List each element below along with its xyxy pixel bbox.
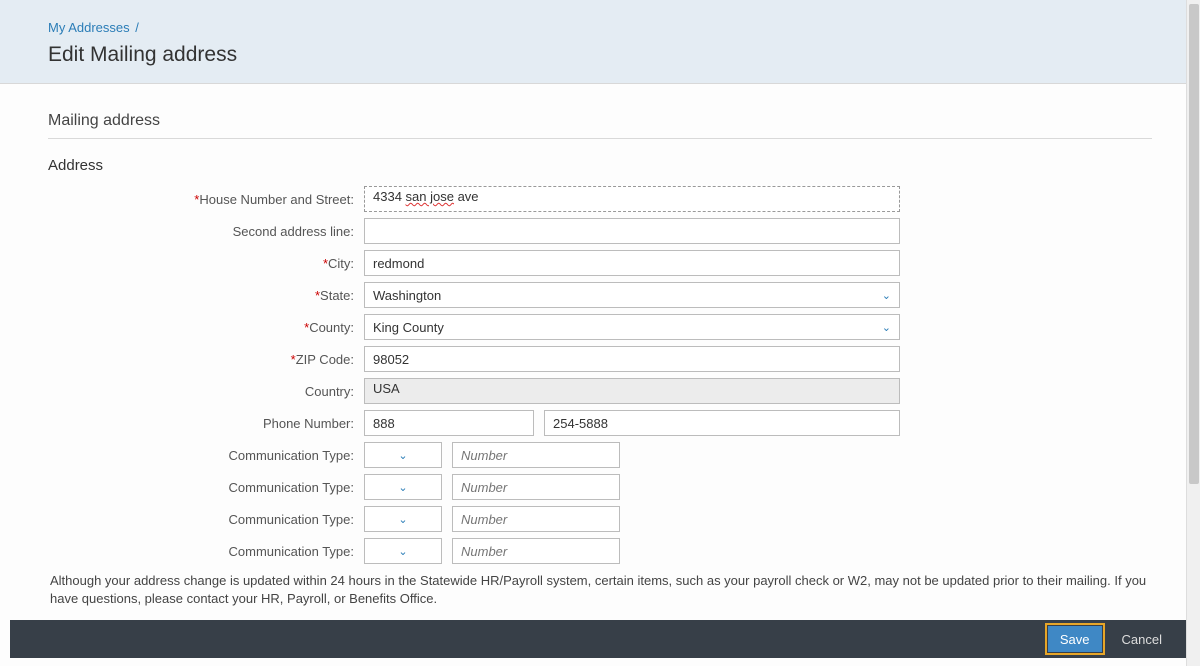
page-title: Edit Mailing address bbox=[48, 43, 1152, 67]
vertical-scrollbar[interactable] bbox=[1186, 0, 1200, 666]
subsection-title: Address bbox=[48, 157, 1152, 174]
label-country: Country: bbox=[76, 384, 364, 399]
save-button[interactable]: Save bbox=[1048, 626, 1102, 652]
chevron-down-icon: ⌄ bbox=[398, 481, 407, 494]
city-input[interactable] bbox=[364, 250, 900, 276]
state-select[interactable]: Washington ⌄ bbox=[364, 282, 900, 308]
row-county: *County: King County ⌄ bbox=[76, 314, 1152, 340]
comm-type-select-1[interactable]: ⌄ bbox=[364, 442, 442, 468]
label-house-street: *House Number and Street: bbox=[76, 192, 364, 207]
label-second-line: Second address line: bbox=[76, 224, 364, 239]
row-comm-2: Communication Type: ⌄ bbox=[76, 474, 1152, 500]
phone-main-input[interactable] bbox=[544, 410, 900, 436]
label-comm-4: Communication Type: bbox=[76, 544, 364, 559]
chevron-down-icon: ⌄ bbox=[882, 289, 891, 302]
row-comm-3: Communication Type: ⌄ bbox=[76, 506, 1152, 532]
scrollbar-thumb[interactable] bbox=[1189, 4, 1199, 484]
breadcrumb-link-my-addresses[interactable]: My Addresses bbox=[48, 20, 130, 35]
comm-number-input-4[interactable] bbox=[452, 538, 620, 564]
page-header: My Addresses / Edit Mailing address bbox=[0, 0, 1200, 84]
label-county: *County: bbox=[76, 320, 364, 335]
house-street-input[interactable]: 4334 san jose ave bbox=[364, 186, 900, 212]
row-phone: Phone Number: bbox=[76, 410, 1152, 436]
second-line-input[interactable] bbox=[364, 218, 900, 244]
chevron-down-icon: ⌄ bbox=[398, 513, 407, 526]
row-comm-1: Communication Type: ⌄ bbox=[76, 442, 1152, 468]
county-value: King County bbox=[373, 320, 444, 335]
country-field: USA bbox=[364, 378, 900, 404]
cancel-button[interactable]: Cancel bbox=[1110, 626, 1174, 652]
county-select[interactable]: King County ⌄ bbox=[364, 314, 900, 340]
disclaimer-text: Although your address change is updated … bbox=[48, 572, 1152, 607]
label-comm-1: Communication Type: bbox=[76, 448, 364, 463]
row-comm-4: Communication Type: ⌄ bbox=[76, 538, 1152, 564]
comm-number-input-2[interactable] bbox=[452, 474, 620, 500]
label-phone: Phone Number: bbox=[76, 416, 364, 431]
comm-type-select-2[interactable]: ⌄ bbox=[364, 474, 442, 500]
section-title: Mailing address bbox=[48, 112, 1152, 139]
row-country: Country: USA bbox=[76, 378, 1152, 404]
state-value: Washington bbox=[373, 288, 441, 303]
chevron-down-icon: ⌄ bbox=[398, 449, 407, 462]
breadcrumb-separator: / bbox=[135, 20, 139, 35]
label-state: *State: bbox=[76, 288, 364, 303]
label-city: *City: bbox=[76, 256, 364, 271]
row-city: *City: bbox=[76, 250, 1152, 276]
label-zip: *ZIP Code: bbox=[76, 352, 364, 367]
row-zip: *ZIP Code: bbox=[76, 346, 1152, 372]
chevron-down-icon: ⌄ bbox=[398, 545, 407, 558]
label-comm-3: Communication Type: bbox=[76, 512, 364, 527]
label-comm-2: Communication Type: bbox=[76, 480, 364, 495]
content-area: Mailing address Address *House Number an… bbox=[0, 84, 1200, 607]
comm-number-input-1[interactable] bbox=[452, 442, 620, 468]
address-form: Address *House Number and Street: 4334 s… bbox=[76, 157, 1152, 564]
comm-type-select-3[interactable]: ⌄ bbox=[364, 506, 442, 532]
breadcrumb: My Addresses / bbox=[48, 20, 1152, 35]
row-house-street: *House Number and Street: 4334 san jose … bbox=[76, 186, 1152, 212]
phone-prefix-input[interactable] bbox=[364, 410, 534, 436]
comm-type-select-4[interactable]: ⌄ bbox=[364, 538, 442, 564]
comm-number-input-3[interactable] bbox=[452, 506, 620, 532]
row-second-line: Second address line: bbox=[76, 218, 1152, 244]
row-state: *State: Washington ⌄ bbox=[76, 282, 1152, 308]
footer-toolbar: Save Cancel bbox=[10, 620, 1186, 658]
zip-input[interactable] bbox=[364, 346, 900, 372]
chevron-down-icon: ⌄ bbox=[882, 321, 891, 334]
